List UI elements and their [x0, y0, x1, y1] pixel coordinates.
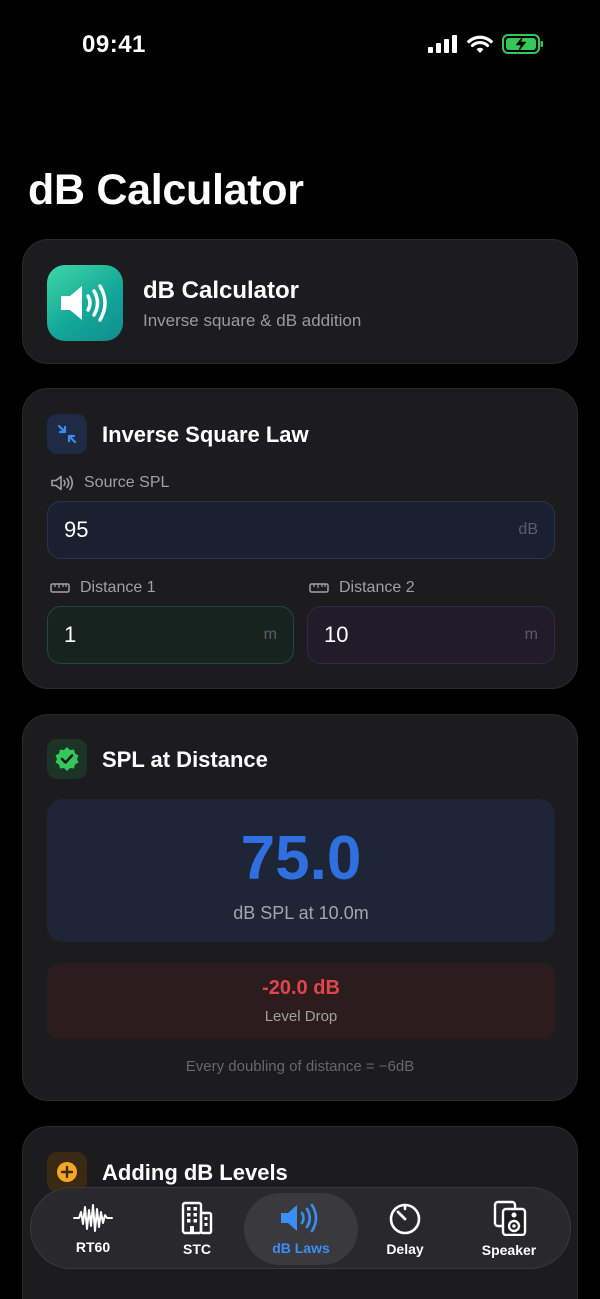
level-drop-value: -20.0 dB	[262, 977, 340, 999]
section-title-inverse-square: Inverse Square Law	[102, 422, 309, 447]
tab-speaker[interactable]: Speaker	[457, 1188, 561, 1270]
app-header-card: dB Calculator Inverse square & dB additi…	[22, 239, 578, 364]
doubling-note: Every doubling of distance = −6dB	[185, 1058, 415, 1075]
source-spl-unit: dB	[518, 521, 538, 538]
distance2-label-text: Distance 2	[339, 579, 415, 596]
speaker-wave-icon	[281, 1203, 318, 1233]
distance2-unit: m	[524, 626, 538, 643]
speaker-wave-icon	[61, 284, 107, 322]
plus-circle-icon	[47, 1152, 87, 1192]
tab-rt60[interactable]: RT60	[41, 1188, 145, 1270]
tab-db-laws-label: dB Laws	[272, 1240, 330, 1256]
speaker-icon	[51, 475, 74, 491]
section-title-spl: SPL at Distance	[102, 747, 268, 772]
level-drop-label: Level Drop	[264, 1008, 338, 1025]
checkmark-seal-icon	[47, 739, 87, 779]
source-spl-input[interactable]: 95 dB	[47, 501, 555, 559]
ruler-icon	[50, 583, 70, 593]
distance1-input[interactable]: 1 m	[47, 606, 294, 664]
source-spl-label-text: Source SPL	[84, 474, 170, 491]
header-title: dB Calculator	[143, 277, 300, 304]
spl-result-card: SPL at Distance 75.0 dB SPL at 10.0m -20…	[22, 714, 578, 1101]
source-spl-value: 95	[64, 517, 89, 542]
distance2-input[interactable]: 10 m	[307, 606, 555, 664]
spl-result-value: 75.0	[240, 824, 362, 893]
distance1-value: 1	[64, 622, 77, 647]
battery-charging-icon	[502, 34, 543, 54]
tab-stc-label: STC	[183, 1241, 211, 1257]
distance1-unit: m	[263, 626, 277, 643]
status-time: 09:41	[82, 31, 146, 58]
status-icons	[428, 34, 544, 54]
cellular-signal-icon	[428, 35, 457, 53]
tab-delay[interactable]: Delay	[353, 1188, 457, 1270]
building-icon	[181, 1201, 213, 1235]
waveform-icon	[73, 1204, 113, 1232]
tab-db-laws[interactable]: dB Laws	[244, 1193, 358, 1265]
hifi-speaker-icon	[493, 1200, 527, 1236]
distance2-label: Distance 2	[309, 579, 415, 597]
ruler-icon	[309, 583, 329, 593]
tab-bar: RT60 STC dB Laws Delay Speaker	[30, 1187, 571, 1269]
distance2-value: 10	[324, 622, 349, 647]
spl-result-caption: dB SPL at 10.0m	[233, 903, 369, 923]
tab-stc[interactable]: STC	[145, 1188, 249, 1270]
section-title-adding: Adding dB Levels	[102, 1160, 288, 1185]
inverse-square-card: Inverse Square Law Source SPL 95 dB Dist…	[22, 388, 578, 689]
page-title: dB Calculator	[28, 166, 304, 214]
source-spl-label: Source SPL	[50, 474, 169, 492]
tab-delay-label: Delay	[386, 1241, 424, 1257]
status-bar: 09:41	[0, 0, 600, 90]
header-subtitle: Inverse square & dB addition	[143, 311, 362, 330]
distance1-label: Distance 1	[50, 579, 156, 597]
level-drop-box: -20.0 dB Level Drop	[47, 963, 555, 1039]
wifi-icon	[467, 35, 493, 53]
timer-icon	[389, 1203, 421, 1235]
tab-speaker-label: Speaker	[481, 1242, 537, 1258]
app-icon	[47, 265, 123, 341]
tab-rt60-label: RT60	[75, 1239, 111, 1255]
spl-result-box: 75.0 dB SPL at 10.0m	[47, 799, 555, 942]
distance1-label-text: Distance 1	[80, 579, 156, 596]
compress-arrows-icon	[47, 414, 87, 454]
